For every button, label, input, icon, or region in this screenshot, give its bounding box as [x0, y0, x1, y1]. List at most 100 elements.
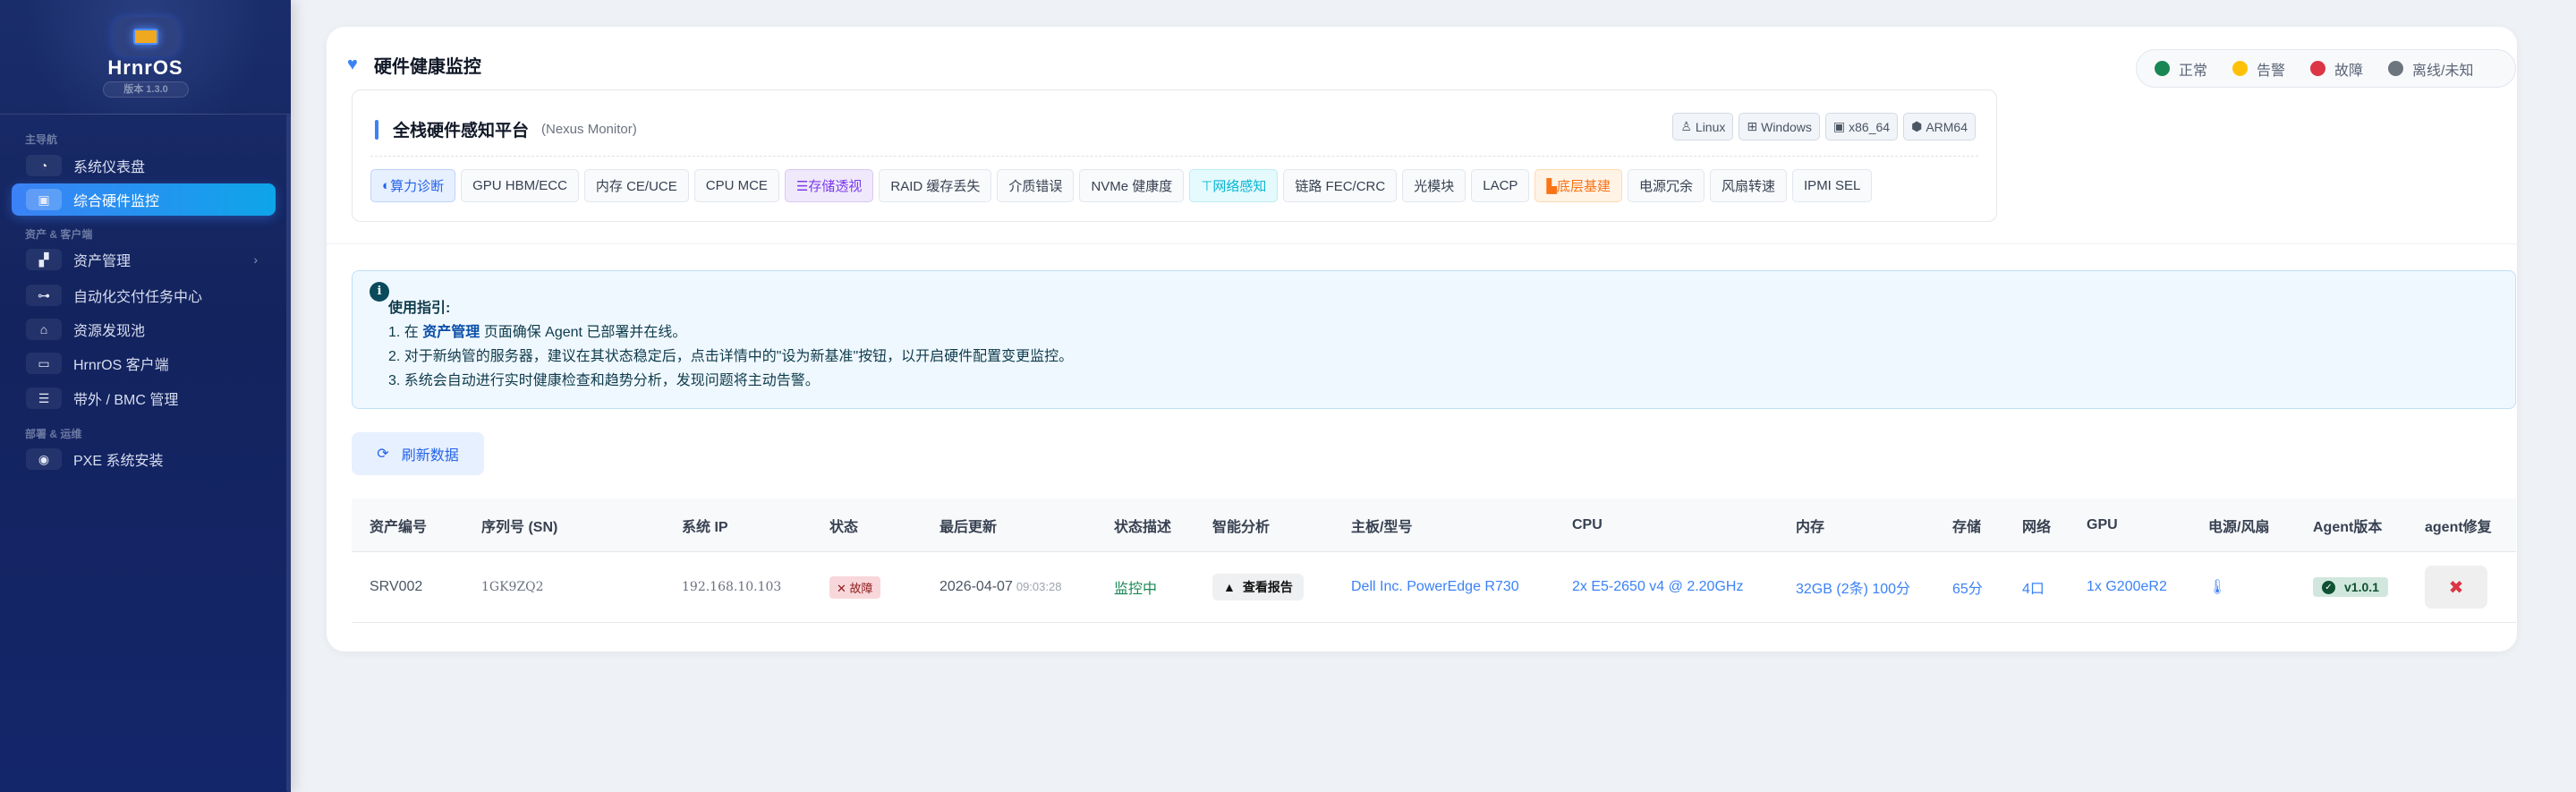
dot-icon	[2232, 61, 2249, 76]
refresh-icon: ⟳	[377, 447, 389, 462]
tag-network: ⊤ 网络感知	[1189, 169, 1279, 202]
sidebar-item-bmc[interactable]: ☰ 带外 / BMC 管理	[12, 382, 276, 414]
col-header: 序列号 (SN)	[481, 519, 558, 535]
tag: IPMI SEL	[1792, 169, 1873, 202]
check-circle-icon: ✓	[2322, 580, 2335, 594]
cube-icon: ⬢	[1911, 119, 1923, 133]
view-report-button[interactable]: ▲ 查看报告	[1212, 574, 1304, 600]
guide-line-3: 3. 系统会自动进行实时健康检查和趋势分析，发现问题将主动告警。	[388, 373, 820, 388]
table-row[interactable]: SRV002 1GK9ZQ2 192.168.10.103 ✕ 故障 2026-…	[352, 552, 2516, 623]
guide-title: 使用指引:	[388, 301, 451, 316]
logo-chip-icon	[133, 29, 158, 45]
agent-version: v1.0.1	[2344, 580, 2379, 594]
col-header: 电源/风扇	[2208, 519, 2270, 535]
dot-icon	[2388, 61, 2404, 76]
platform-title-text: 全栈硬件感知平台	[393, 122, 530, 141]
status-badge: ✕ 故障	[829, 575, 880, 599]
sidebar-item-label: 资源发现池	[73, 324, 146, 339]
legend-label: 告警	[2257, 63, 2286, 79]
asset-management-link[interactable]: 资产管理	[422, 325, 480, 340]
legend-label: 正常	[2179, 63, 2208, 79]
tag: 链路 FEC/CRC	[1283, 169, 1398, 202]
accent-bar	[375, 119, 378, 140]
col-header: 智能分析	[1212, 519, 1271, 535]
network-ports[interactable]: 4口	[2004, 576, 2069, 598]
refresh-button[interactable]: ⟳ 刷新数据	[352, 432, 484, 475]
info-icon: i	[370, 282, 389, 302]
guide-text: 页面确保 Agent 已部署并在线。	[480, 325, 687, 340]
section-main-nav: 主导航	[25, 133, 58, 146]
logo	[113, 17, 179, 56]
sidebar-item-assets[interactable]: ▞ 资产管理 ›	[12, 243, 276, 276]
legend-label: 离线/未知	[2412, 63, 2474, 79]
col-header: 资产编号	[370, 519, 428, 535]
factory-icon: ▙	[1546, 178, 1557, 194]
sidebar-item-automation[interactable]: ⊶ 自动化交付任务中心	[12, 279, 276, 311]
board-model[interactable]: Dell Inc. PowerEdge R730	[1333, 579, 1554, 595]
tag-label: 存储透视	[808, 179, 863, 194]
guide-line-2: 2. 对于新纳管的服务器，建议在其状态稳定后，点击详情中的"设为新基准"按钮，以…	[388, 349, 1074, 364]
tools-icon: ✖	[2448, 577, 2464, 598]
agent-repair-button[interactable]: ✖	[2425, 566, 2487, 609]
tag-infra: ▙ 底层基建	[1535, 169, 1622, 202]
tag: 光模块	[1402, 169, 1467, 202]
storage-score[interactable]: 65分	[1934, 576, 2004, 598]
legend-offline: 离线/未知	[2388, 58, 2474, 80]
gpu-info[interactable]: 1x G200eR2	[2069, 579, 2190, 595]
col-header: 主板/型号	[1351, 519, 1413, 535]
chevron-right-icon: ›	[253, 252, 258, 267]
platform-subtitle: (Nexus Monitor)	[541, 122, 637, 137]
flow-icon: ⊶	[26, 285, 62, 306]
col-header: 状态	[829, 519, 859, 535]
tag: NVMe 健康度	[1079, 169, 1185, 202]
hardware-table: 资产编号 序列号 (SN) 系统 IP 状态 最后更新 状态描述 智能分析 主板…	[352, 498, 2516, 623]
sidebar-item-client[interactable]: ▭ HrnrOS 客户端	[12, 347, 276, 379]
thermometer-icon[interactable]: 🌡︎	[2190, 578, 2295, 596]
os-tag-label: ARM64	[1926, 119, 1968, 134]
sidebar-item-discovery[interactable]: ⌂ 资源发现池	[12, 313, 276, 345]
tag: 电源冗余	[1627, 169, 1705, 202]
platform-card: 全栈硬件感知平台 (Nexus Monitor) ♙ Linux ⊞ Windows …	[352, 89, 1997, 222]
x-icon: ✕	[837, 581, 850, 595]
section-deploy: 部署 & 运维	[25, 428, 82, 440]
col-header: GPU	[2087, 516, 2118, 532]
cpu-info[interactable]: 2x E5-2650 v4 @ 2.20GHz	[1554, 579, 1778, 595]
platform-title: 全栈硬件感知平台 (Nexus Monitor)	[375, 117, 637, 141]
sidebar-item-label: 自动化交付任务中心	[73, 290, 203, 305]
col-header: 最后更新	[939, 519, 998, 535]
sidebar-header: HrnrOS 版本 1.3.0	[0, 0, 291, 115]
memory-info[interactable]: 32GB (2条) 100分	[1778, 576, 1934, 598]
os-tags: ♙ Linux ⊞ Windows ▣ x86_64 ⬢ ARM64	[1672, 113, 1976, 141]
sidebar-scrollbar[interactable]	[286, 115, 291, 792]
page-title: ♥ 硬件健康监控	[347, 52, 481, 78]
serial-number: 1GK9ZQ2	[481, 580, 544, 594]
sidebar-item-label: PXE 系统安装	[73, 454, 164, 469]
tag: LACP	[1471, 169, 1530, 202]
usage-guide: i 使用指引: 1. 在 资产管理 页面确保 Agent 已部署并在线。 2. …	[352, 270, 2516, 409]
agent-version-badge: ✓ v1.0.1	[2313, 577, 2388, 597]
tag: 介质错误	[997, 169, 1075, 202]
status-text: 故障	[849, 581, 873, 595]
asset-id: SRV002	[370, 579, 423, 594]
sidebar-item-hardware-monitor[interactable]: ▣ 综合硬件监控	[12, 183, 276, 216]
chip-icon: ▣	[26, 189, 62, 210]
os-tag-label: Windows	[1761, 119, 1812, 134]
server-icon: ☰	[26, 387, 62, 409]
tag-label: 算力诊断	[390, 179, 445, 194]
status-legend: 正常 告警 故障 离线/未知	[2136, 49, 2516, 88]
disc-icon: ◉	[26, 448, 62, 470]
brain-icon: ◐	[382, 178, 391, 193]
tag: GPU HBM/ECC	[461, 169, 579, 202]
windows-icon: ⊞	[1747, 119, 1758, 133]
divider	[370, 156, 1978, 157]
sidebar-item-dashboard[interactable]: ◔ 系统仪表盘	[12, 149, 276, 182]
chip-icon: ▣	[1832, 119, 1846, 133]
sidebar-item-pxe[interactable]: ◉ PXE 系统安装	[12, 443, 276, 475]
os-tag-linux: ♙ Linux	[1672, 113, 1734, 141]
col-header: CPU	[1572, 516, 1603, 532]
system-ip: 192.168.10.103	[682, 580, 782, 594]
col-header: 状态描述	[1114, 519, 1172, 535]
col-header: 网络	[2022, 519, 2052, 535]
table-header: 资产编号 序列号 (SN) 系统 IP 状态 最后更新 状态描述 智能分析 主板…	[352, 498, 2516, 552]
gauge-icon: ◔	[26, 155, 62, 176]
